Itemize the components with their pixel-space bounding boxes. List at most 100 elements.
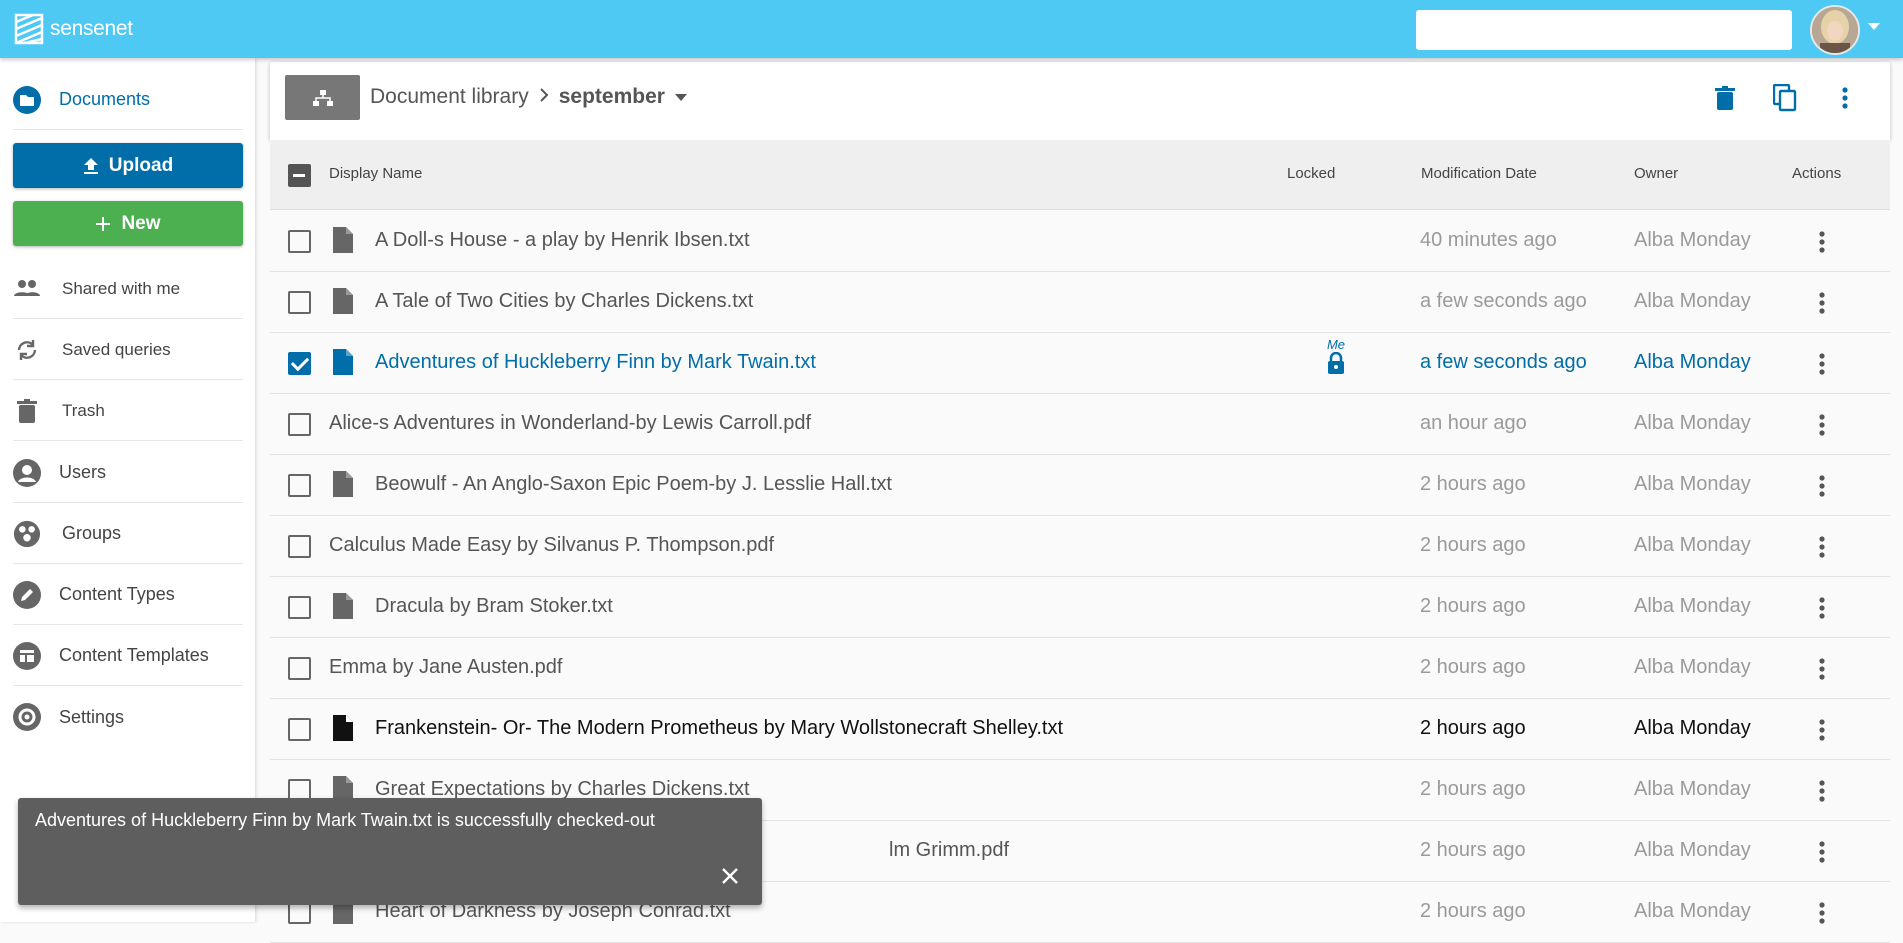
sidebar-item-label: Content Types <box>59 584 175 604</box>
sensenet-logo[interactable]: sensenet <box>13 12 133 46</box>
column-owner[interactable]: Owner <box>1634 165 1678 182</box>
sidebar-item-users[interactable]: Users <box>13 443 243 503</box>
row-owner: Alba Monday <box>1634 229 1751 251</box>
row-date: an hour ago <box>1420 412 1527 434</box>
sidebar-item-saved-queries[interactable]: Saved queries <box>13 320 243 380</box>
column-modification-date[interactable]: Modification Date <box>1421 165 1537 182</box>
row-owner: Alba Monday <box>1634 412 1751 434</box>
more-vert-icon[interactable] <box>1810 899 1834 927</box>
tree-view-button[interactable] <box>285 75 360 120</box>
chevron-down-icon[interactable] <box>674 93 687 101</box>
copy-icon <box>1773 84 1797 112</box>
people-icon <box>13 275 41 303</box>
sidebar-item-label: Documents <box>59 89 151 109</box>
user-menu-chevron-down-icon[interactable] <box>1868 23 1880 30</box>
row-checkbox[interactable] <box>288 352 311 375</box>
sidebar-item-settings[interactable]: Settings <box>13 687 243 747</box>
more-options-button[interactable] <box>1827 80 1863 116</box>
locked-indicator: Me <box>1316 337 1356 380</box>
sidebar-item-shared-with-me[interactable]: Shared with me <box>13 259 243 319</box>
more-vert-icon[interactable] <box>1810 777 1834 805</box>
search-input[interactable] <box>1416 10 1792 50</box>
library-toolbar: Document library september <box>270 62 1890 140</box>
table-row[interactable]: Calculus Made Easy by Silvanus P. Thomps… <box>270 516 1890 577</box>
sensenet-logo-icon <box>14 13 44 45</box>
row-name: Adventures of Huckleberry Finn by Mark T… <box>375 351 816 373</box>
sidebar-item-label: Trash <box>62 400 105 420</box>
more-vert-icon[interactable] <box>1810 411 1834 439</box>
close-icon[interactable] <box>718 864 742 888</box>
copy-button[interactable] <box>1767 80 1803 116</box>
file-icon <box>333 471 353 497</box>
column-locked[interactable]: Locked <box>1287 165 1335 182</box>
logo-text: sensenet <box>50 17 133 40</box>
row-name: lm Grimm.pdf <box>889 839 1009 861</box>
file-icon <box>333 227 353 253</box>
breadcrumb-current[interactable]: september <box>559 85 665 109</box>
sidebar-item-label: Settings <box>59 706 125 727</box>
more-vert-icon[interactable] <box>1810 289 1834 317</box>
table-row[interactable]: Emma by Jane Austen.pdf 2 hours ago Alba… <box>270 638 1890 699</box>
template-icon <box>13 641 41 670</box>
more-vert-icon[interactable] <box>1810 594 1834 622</box>
sidebar-item-content-types[interactable]: Content Types <box>13 565 243 625</box>
sidebar-item-groups[interactable]: Groups <box>13 504 243 564</box>
trash-icon <box>13 397 41 425</box>
table-row[interactable]: Frankenstein- Or- The Modern Prometheus … <box>270 699 1890 760</box>
file-icon <box>333 349 353 375</box>
row-checkbox[interactable] <box>288 230 311 253</box>
row-checkbox[interactable] <box>288 718 311 741</box>
new-button-label: New <box>121 212 161 234</box>
row-owner: Alba Monday <box>1634 900 1751 922</box>
file-icon <box>333 715 353 741</box>
column-actions: Actions <box>1792 165 1842 182</box>
more-vert-icon <box>1842 87 1848 109</box>
sidebar-item-label: Users <box>59 462 107 482</box>
row-checkbox[interactable] <box>288 596 311 619</box>
sidebar-item-content-templates[interactable]: Content Templates <box>13 626 243 686</box>
row-checkbox[interactable] <box>288 657 311 680</box>
row-checkbox[interactable] <box>288 474 311 497</box>
more-vert-icon[interactable] <box>1810 716 1834 744</box>
select-all-checkbox[interactable] <box>288 164 311 187</box>
more-vert-icon[interactable] <box>1810 472 1834 500</box>
table-row[interactable]: Dracula by Bram Stoker.txt 2 hours ago A… <box>270 577 1890 638</box>
breadcrumb: Document library september <box>370 85 687 109</box>
table-row[interactable]: A Doll-s House - a play by Henrik Ibsen.… <box>270 211 1890 272</box>
more-vert-icon[interactable] <box>1810 655 1834 683</box>
avatar[interactable] <box>1810 5 1860 55</box>
snackbar: Adventures of Huckleberry Finn by Mark T… <box>18 798 762 905</box>
file-icon <box>333 288 353 314</box>
row-owner: Alba Monday <box>1634 595 1751 617</box>
new-button[interactable]: New <box>13 201 243 246</box>
breadcrumb-root[interactable]: Document library <box>370 85 529 109</box>
row-date: 2 hours ago <box>1420 473 1526 495</box>
delete-button[interactable] <box>1707 80 1743 116</box>
more-vert-icon[interactable] <box>1810 533 1834 561</box>
table-header: Display Name Locked Modification Date Ow… <box>270 140 1890 210</box>
row-owner: Alba Monday <box>1634 351 1751 373</box>
table-row[interactable]: Beowulf - An Anglo-Saxon Epic Poem-by J.… <box>270 455 1890 516</box>
row-date: 40 minutes ago <box>1420 229 1557 251</box>
table-row[interactable]: Adventures of Huckleberry Finn by Mark T… <box>270 333 1890 394</box>
sidebar-item-trash[interactable]: Trash <box>13 381 243 441</box>
upload-button[interactable]: Upload <box>13 143 243 188</box>
row-date: 2 hours ago <box>1420 656 1526 678</box>
row-owner: Alba Monday <box>1634 534 1751 556</box>
column-display-name[interactable]: Display Name <box>329 165 422 182</box>
row-checkbox[interactable] <box>288 291 311 314</box>
sidebar-item-documents[interactable]: Documents <box>13 70 243 130</box>
row-checkbox[interactable] <box>288 535 311 558</box>
row-date: 2 hours ago <box>1420 778 1526 800</box>
row-owner: Alba Monday <box>1634 290 1751 312</box>
more-vert-icon[interactable] <box>1810 838 1834 866</box>
table-row[interactable]: A Tale of Two Cities by Charles Dickens.… <box>270 272 1890 333</box>
row-date: 2 hours ago <box>1420 900 1526 922</box>
groups-icon <box>13 520 41 548</box>
row-date: 2 hours ago <box>1420 595 1526 617</box>
plus-icon <box>95 216 111 232</box>
more-vert-icon[interactable] <box>1810 350 1834 378</box>
row-checkbox[interactable] <box>288 413 311 436</box>
table-row[interactable]: Alice-s Adventures in Wonderland-by Lewi… <box>270 394 1890 455</box>
more-vert-icon[interactable] <box>1810 228 1834 256</box>
